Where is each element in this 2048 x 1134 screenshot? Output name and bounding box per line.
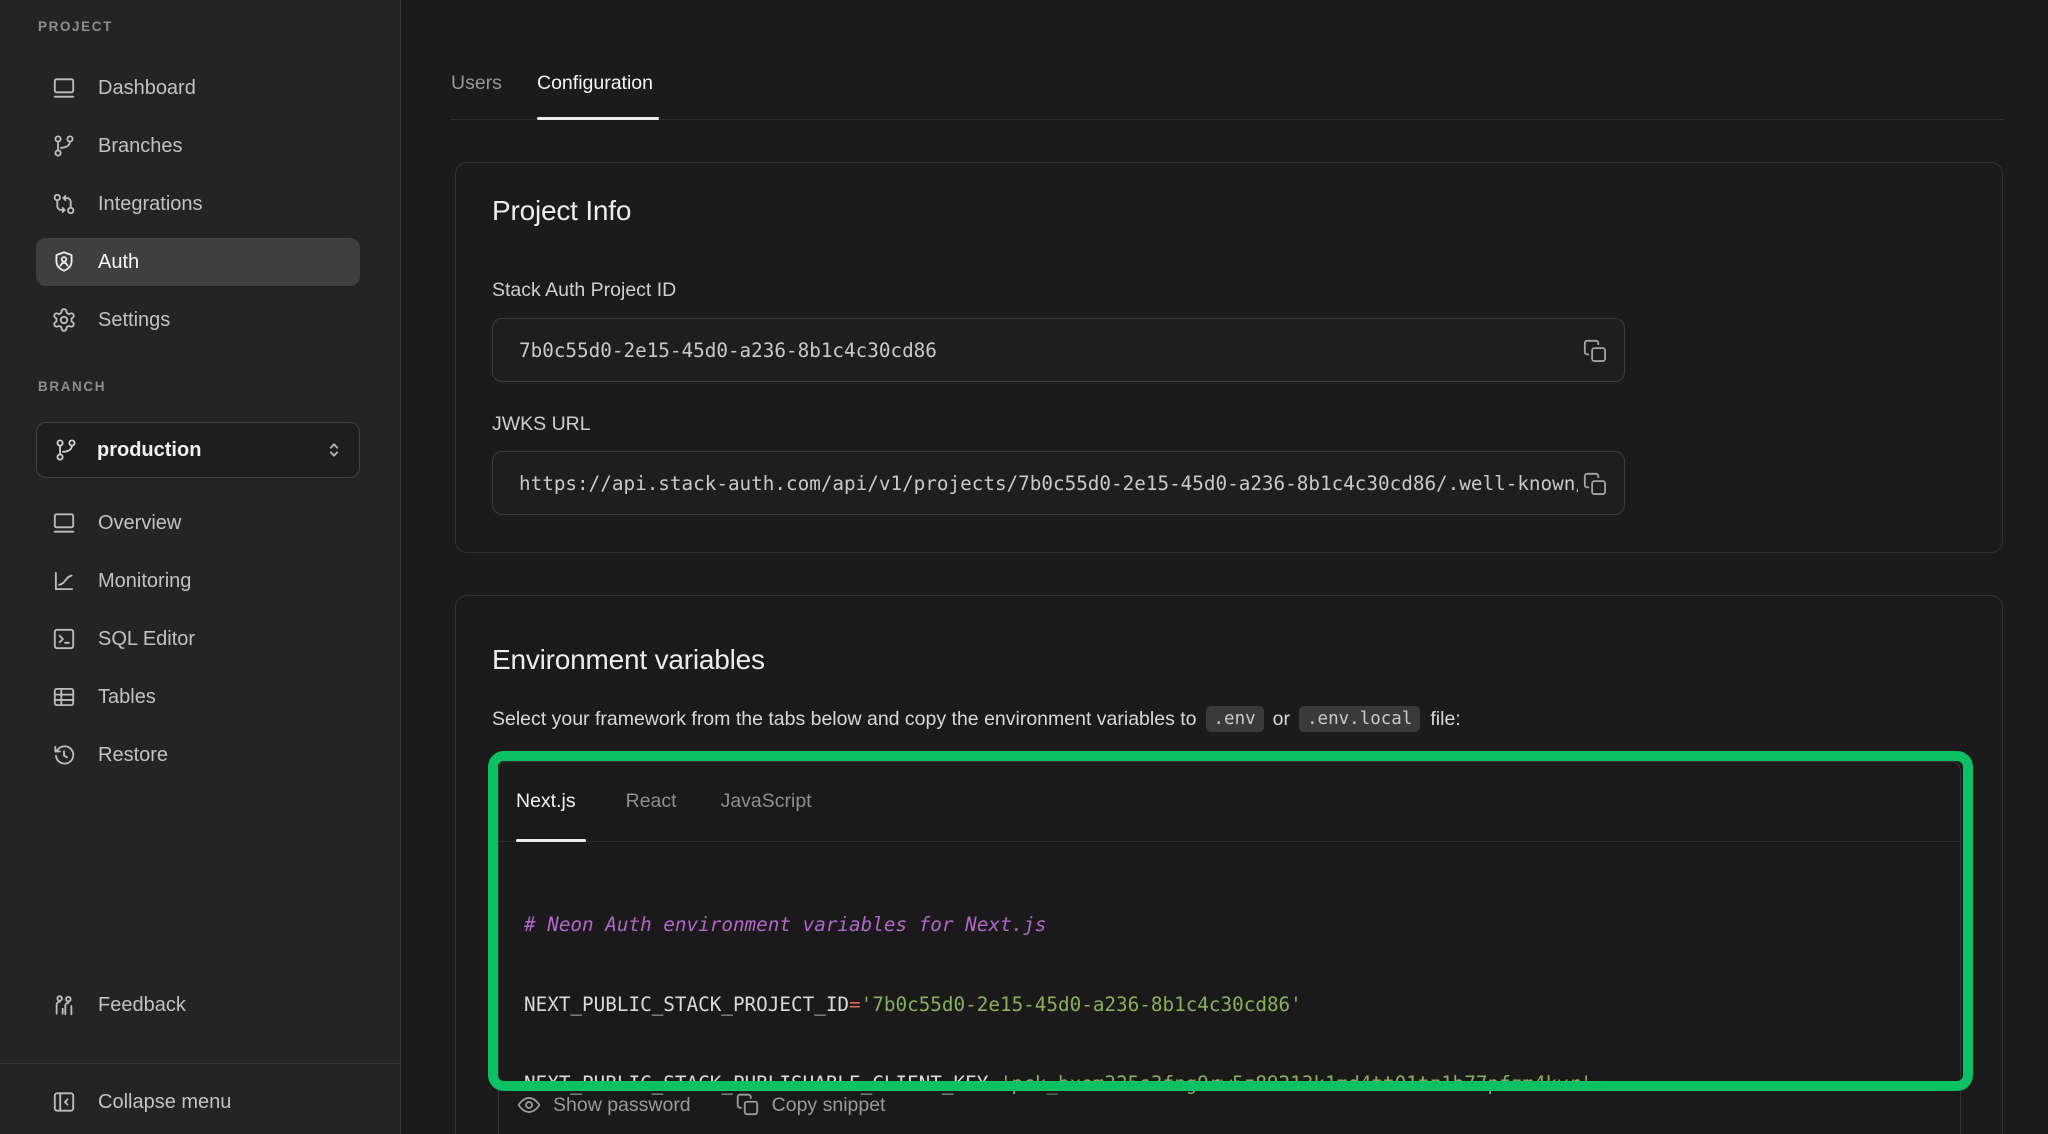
panel-collapse-icon	[51, 1089, 77, 1115]
description-text: file:	[1430, 708, 1460, 731]
env-local-file-chip: .env.local	[1299, 706, 1420, 732]
git-compare-icon	[51, 191, 77, 217]
sidebar-item-monitoring[interactable]: Monitoring	[36, 557, 360, 605]
code-line: # Neon Auth environment variables for Ne…	[524, 912, 1960, 939]
sidebar-item-label: Tables	[98, 686, 156, 709]
project-id-value: 7b0c55d0-2e15-45d0-a236-8b1c4c30cd86	[519, 339, 1584, 362]
sidebar-item-label: Settings	[98, 309, 170, 332]
env-snippet-panel: Next.js React JavaScript # Neon Auth env…	[498, 761, 1961, 1134]
sidebar-item-label: Branches	[98, 135, 183, 158]
copy-snippet-label: Copy snippet	[772, 1094, 886, 1117]
code-string: '7b0c55d0-2e15-45d0-a236-8b1c4c30cd86'	[861, 993, 1302, 1016]
copy-snippet-button[interactable]: Copy snippet	[735, 1092, 886, 1118]
feedback-users-icon	[51, 992, 77, 1018]
jwks-url-field[interactable]: https://api.stack-auth.com/api/v1/projec…	[492, 451, 1625, 515]
code-line: NEXT_PUBLIC_STACK_PROJECT_ID='7b0c55d0-2…	[524, 992, 1960, 1019]
code-operator: =	[849, 993, 861, 1016]
copy-icon	[1582, 338, 1610, 365]
environment-variables-description: Select your framework from the tabs belo…	[492, 706, 1461, 732]
auth-shield-icon	[51, 249, 77, 275]
copy-project-id-button[interactable]	[1578, 333, 1614, 369]
main-content: Users Configuration Project Info Stack A…	[401, 0, 2048, 1134]
sidebar-item-label: Overview	[98, 512, 181, 535]
copy-jwks-url-button[interactable]	[1578, 466, 1614, 502]
sidebar-item-label: Auth	[98, 251, 139, 274]
app-root: PROJECT Dashboard Branches Integrations	[0, 0, 2048, 1134]
branch-selector-value: production	[97, 439, 323, 462]
code-string: 'pck_bxem325s3fng9rw5z89213k1md4tt01tz1b…	[1000, 1072, 1592, 1095]
sidebar-item-label: Integrations	[98, 193, 203, 216]
sidebar-item-overview[interactable]: Overview	[36, 499, 360, 547]
tab-bar-divider	[450, 119, 2004, 120]
branch-nav: Overview Monitoring SQL Editor Tables	[36, 499, 360, 789]
active-tab-underline	[537, 117, 659, 121]
monitoring-chart-icon	[51, 568, 77, 594]
tab-nextjs[interactable]: Next.js	[516, 790, 576, 813]
description-text: or	[1273, 708, 1290, 731]
project-section-label: PROJECT	[38, 19, 113, 34]
show-password-button[interactable]: Show password	[516, 1092, 691, 1118]
project-info-card: Project Info Stack Auth Project ID 7b0c5…	[455, 162, 2003, 553]
jwks-url-label: JWKS URL	[492, 413, 591, 436]
env-file-chip: .env	[1206, 706, 1264, 732]
collapse-menu-button[interactable]: Collapse menu	[36, 1078, 360, 1126]
sidebar-item-integrations[interactable]: Integrations	[36, 180, 360, 228]
project-nav: Dashboard Branches Integrations Auth	[36, 64, 360, 354]
chevron-up-down-icon	[323, 439, 345, 461]
framework-tabs: Next.js React JavaScript	[499, 762, 1960, 842]
sidebar-item-feedback[interactable]: Feedback	[36, 981, 360, 1029]
tab-configuration[interactable]: Configuration	[537, 72, 653, 95]
environment-variables-card: Environment variables Select your framew…	[455, 595, 2003, 1134]
sidebar-item-label: Feedback	[98, 994, 186, 1017]
branch-section-label: BRANCH	[38, 379, 106, 394]
branch-selector[interactable]: production	[36, 422, 360, 478]
jwks-url-value: https://api.stack-auth.com/api/v1/projec…	[519, 472, 1584, 495]
code-operator: =	[988, 1072, 1000, 1095]
overview-icon	[51, 510, 77, 536]
sidebar-item-label: Monitoring	[98, 570, 191, 593]
env-code-block: # Neon Auth environment variables for Ne…	[499, 842, 1960, 1134]
table-icon	[51, 684, 77, 710]
sidebar-item-dashboard[interactable]: Dashboard	[36, 64, 360, 112]
copy-icon	[1582, 471, 1610, 498]
sidebar-item-tables[interactable]: Tables	[36, 673, 360, 721]
sidebar: PROJECT Dashboard Branches Integrations	[0, 0, 401, 1134]
active-framework-tab-underline	[516, 839, 586, 843]
snippet-actions: Show password Copy snippet	[516, 1092, 885, 1118]
eye-icon	[516, 1092, 542, 1118]
sidebar-item-label: SQL Editor	[98, 628, 195, 651]
gear-icon	[51, 307, 77, 333]
sidebar-divider	[0, 1063, 401, 1064]
sidebar-item-label: Dashboard	[98, 77, 196, 100]
sidebar-item-auth[interactable]: Auth	[36, 238, 360, 286]
copy-icon	[735, 1092, 761, 1118]
tab-users[interactable]: Users	[451, 72, 502, 95]
environment-variables-title: Environment variables	[492, 644, 765, 676]
tab-react[interactable]: React	[626, 790, 677, 813]
sidebar-item-branches[interactable]: Branches	[36, 122, 360, 170]
code-var-name: NEXT_PUBLIC_STACK_PROJECT_ID	[524, 993, 849, 1016]
description-text: Select your framework from the tabs belo…	[492, 708, 1197, 731]
project-info-title: Project Info	[492, 195, 631, 227]
tab-javascript[interactable]: JavaScript	[721, 790, 812, 813]
sidebar-item-label: Collapse menu	[98, 1091, 231, 1114]
git-branch-icon	[53, 437, 79, 463]
sidebar-item-sql-editor[interactable]: SQL Editor	[36, 615, 360, 663]
sidebar-item-restore[interactable]: Restore	[36, 731, 360, 779]
sidebar-item-label: Restore	[98, 744, 168, 767]
sidebar-item-settings[interactable]: Settings	[36, 296, 360, 344]
project-id-field[interactable]: 7b0c55d0-2e15-45d0-a236-8b1c4c30cd86	[492, 318, 1625, 382]
sql-terminal-icon	[51, 626, 77, 652]
show-password-label: Show password	[553, 1094, 691, 1117]
dashboard-icon	[51, 75, 77, 101]
code-comment: # Neon Auth environment variables for Ne…	[524, 913, 1046, 936]
git-branch-icon	[51, 133, 77, 159]
project-id-label: Stack Auth Project ID	[492, 279, 676, 302]
history-restore-icon	[51, 742, 77, 768]
